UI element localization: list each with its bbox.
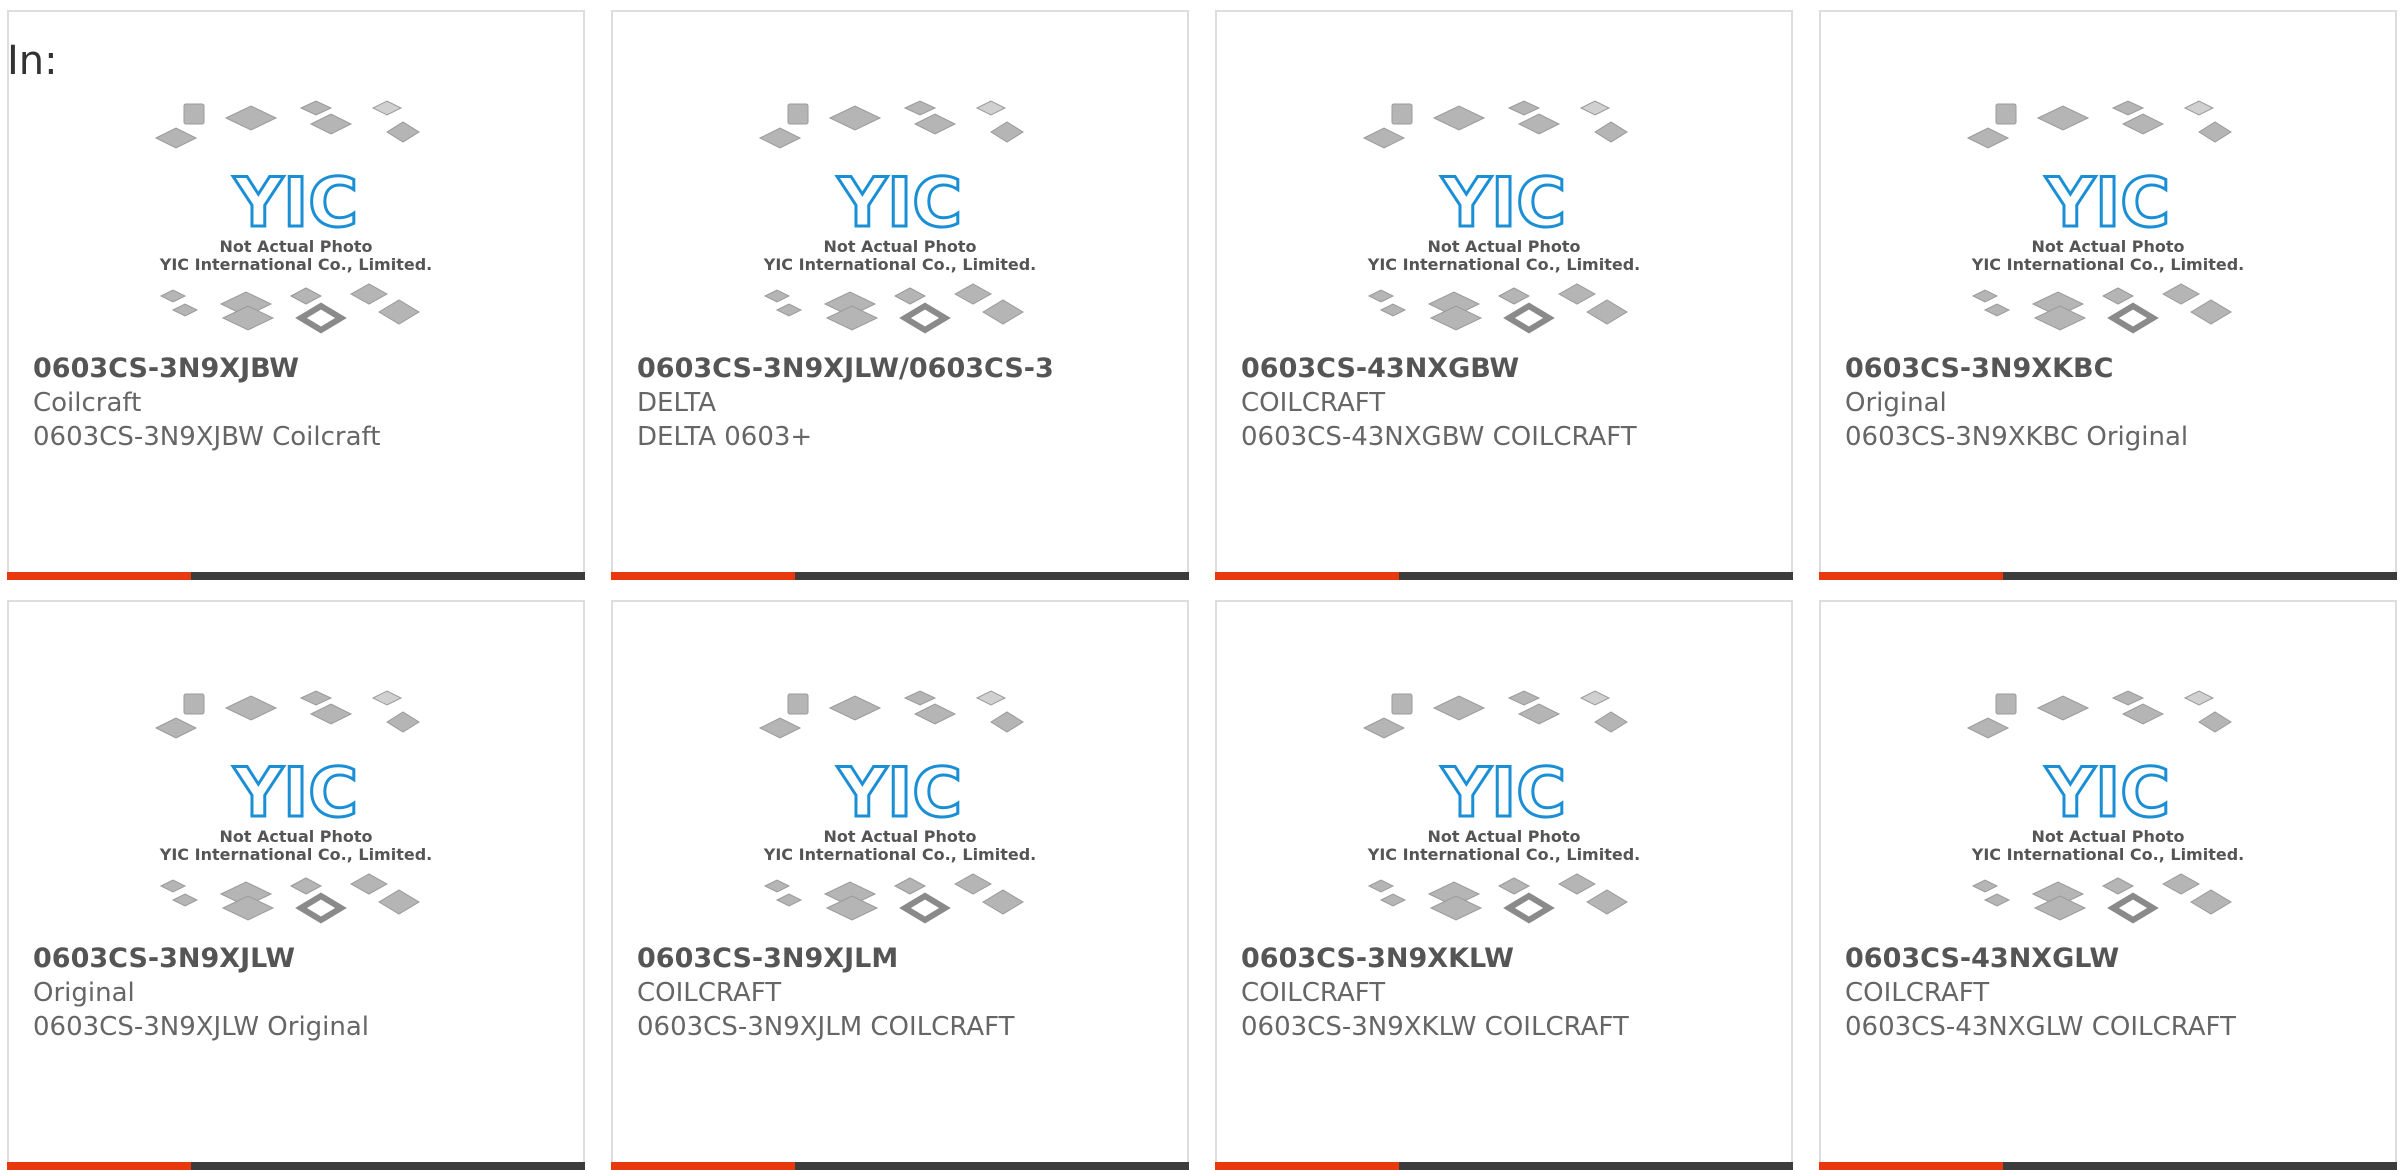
chip-placeholder-icon: YIC Not Actual Photo YIC International C… (758, 690, 1036, 924)
chip-placeholder-icon: YIC Not Actual Photo YIC International C… (1966, 100, 2244, 334)
product-card[interactable]: YIC Not Actual Photo YIC International C… (1215, 10, 1793, 580)
product-card[interactable]: YIC Not Actual Photo YIC International C… (1215, 600, 1793, 1170)
product-card[interactable]: YIC Not Actual Photo YIC International C… (611, 600, 1189, 1170)
product-description: 0603CS-3N9XJLM COILCRAFT (637, 1012, 1015, 1042)
part-number[interactable]: 0603CS-43NXGLW (1845, 942, 2385, 976)
yic-logo-text: YIC (1441, 754, 1566, 833)
card-bottom-bar (7, 572, 585, 580)
card-bottom-bar (1215, 572, 1793, 580)
product-card[interactable]: YIC Not Actual Photo YIC International C… (7, 600, 585, 1170)
brand-name: COILCRAFT (1241, 978, 1386, 1008)
placeholder-caption: Not Actual Photo (2031, 237, 2184, 256)
card-bottom-bar (611, 1162, 1189, 1170)
placeholder-caption: Not Actual Photo (1427, 237, 1580, 256)
placeholder-company: YIC International Co., Limited. (159, 255, 432, 274)
placeholder-caption: Not Actual Photo (2031, 827, 2184, 846)
placeholder-caption: Not Actual Photo (219, 827, 372, 846)
product-description: 0603CS-3N9XJBW Coilcraft (33, 422, 381, 452)
chip-placeholder-icon: YIC Not Actual Photo YIC International C… (154, 690, 432, 924)
placeholder-company: YIC International Co., Limited. (1971, 845, 2244, 864)
yic-logo-text: YIC (1441, 164, 1566, 243)
card-bottom-bar (1819, 1162, 2397, 1170)
card-bottom-bar (1819, 572, 2397, 580)
product-description: 0603CS-3N9XJLW Original (33, 1012, 370, 1042)
brand-name: Coilcraft (33, 388, 142, 418)
product-image-placeholder: YIC Not Actual Photo YIC International C… (1821, 686, 2395, 946)
brand-name: DELTA (637, 388, 717, 418)
part-number[interactable]: 0603CS-3N9XJLM (637, 942, 1177, 976)
product-image-placeholder: YIC Not Actual Photo YIC International C… (1217, 96, 1791, 356)
placeholder-company: YIC International Co., Limited. (763, 255, 1036, 274)
yic-logo-text: YIC (2045, 754, 2170, 833)
brand-name: COILCRAFT (1241, 388, 1386, 418)
product-description: 0603CS-3N9XKLW COILCRAFT (1241, 1012, 1629, 1042)
filter-label: In: (7, 38, 58, 84)
yic-logo-text: YIC (837, 164, 962, 243)
part-number[interactable]: 0603CS-43NXGBW (1241, 352, 1781, 386)
placeholder-company: YIC International Co., Limited. (763, 845, 1036, 864)
chip-placeholder-icon: YIC Not Actual Photo YIC International C… (1966, 690, 2244, 924)
product-image-placeholder: YIC Not Actual Photo YIC International C… (9, 686, 583, 946)
placeholder-company: YIC International Co., Limited. (1971, 255, 2244, 274)
product-image-placeholder: YIC Not Actual Photo YIC International C… (1217, 686, 1791, 946)
card-bottom-bar (7, 1162, 585, 1170)
yic-logo-text: YIC (2045, 164, 2170, 243)
chip-placeholder-icon: YIC Not Actual Photo YIC International C… (154, 100, 432, 334)
brand-name: Original (33, 978, 135, 1008)
chip-placeholder-icon: YIC Not Actual Photo YIC International C… (1362, 690, 1640, 924)
brand-name: Original (1845, 388, 1947, 418)
product-card[interactable]: YIC Not Actual Photo YIC International C… (1819, 600, 2397, 1170)
placeholder-caption: Not Actual Photo (823, 237, 976, 256)
chip-placeholder-icon: YIC Not Actual Photo YIC International C… (1362, 100, 1640, 334)
yic-logo-text: YIC (233, 754, 358, 833)
part-number[interactable]: 0603CS-3N9XJBW (33, 352, 573, 386)
yic-logo-text: YIC (233, 164, 358, 243)
product-description: DELTA 0603+ (637, 422, 813, 452)
brand-name: COILCRAFT (637, 978, 782, 1008)
placeholder-caption: Not Actual Photo (219, 237, 372, 256)
product-description: 0603CS-43NXGLW COILCRAFT (1845, 1012, 2236, 1042)
placeholder-company: YIC International Co., Limited. (159, 845, 432, 864)
card-bottom-bar (611, 572, 1189, 580)
placeholder-company: YIC International Co., Limited. (1367, 845, 1640, 864)
product-image-placeholder: YIC Not Actual Photo YIC International C… (9, 96, 583, 356)
product-image-placeholder: YIC Not Actual Photo YIC International C… (1821, 96, 2395, 356)
chip-placeholder-icon: YIC Not Actual Photo YIC International C… (758, 100, 1036, 334)
product-description: 0603CS-43NXGBW COILCRAFT (1241, 422, 1637, 452)
placeholder-caption: Not Actual Photo (1427, 827, 1580, 846)
product-description: 0603CS-3N9XKBC Original (1845, 422, 2189, 452)
placeholder-company: YIC International Co., Limited. (1367, 255, 1640, 274)
product-image-placeholder: YIC Not Actual Photo YIC International C… (613, 96, 1187, 356)
part-number[interactable]: 0603CS-3N9XJLW/0603CS-3 (637, 352, 1177, 386)
part-number[interactable]: 0603CS-3N9XJLW (33, 942, 573, 976)
part-number[interactable]: 0603CS-3N9XKBC (1845, 352, 2385, 386)
product-card[interactable]: YIC Not Actual Photo YIC International C… (611, 10, 1189, 580)
card-bottom-bar (1215, 1162, 1793, 1170)
product-card[interactable]: YIC Not Actual Photo YIC International C… (7, 10, 585, 580)
yic-logo-text: YIC (837, 754, 962, 833)
brand-name: COILCRAFT (1845, 978, 1990, 1008)
part-number[interactable]: 0603CS-3N9XKLW (1241, 942, 1781, 976)
product-image-placeholder: YIC Not Actual Photo YIC International C… (613, 686, 1187, 946)
product-card[interactable]: YIC Not Actual Photo YIC International C… (1819, 10, 2397, 580)
placeholder-caption: Not Actual Photo (823, 827, 976, 846)
